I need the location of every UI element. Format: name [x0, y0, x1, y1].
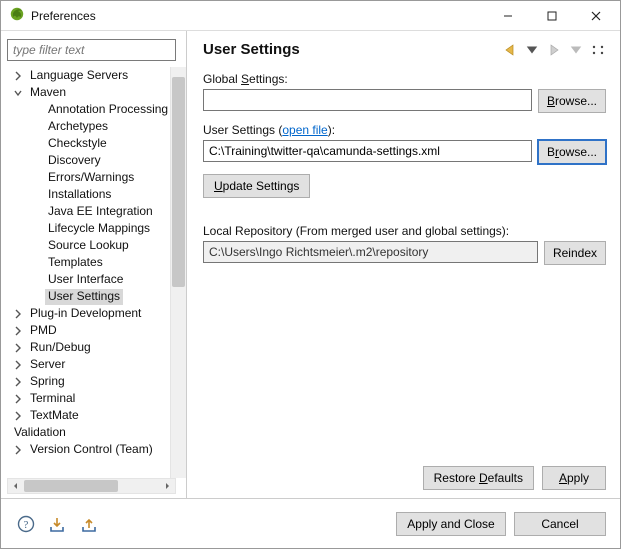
local-repo-input: [203, 241, 538, 263]
scroll-left-button[interactable]: [8, 479, 24, 493]
tree-item[interactable]: Source Lookup: [7, 237, 170, 254]
app-logo-icon: [9, 6, 25, 25]
tree-item[interactable]: Spring: [7, 373, 170, 390]
settings-pane: User Settings G: [187, 31, 620, 498]
apply-and-close-button[interactable]: Apply and Close: [396, 512, 506, 536]
close-button[interactable]: [574, 2, 618, 30]
tree-item[interactable]: Terminal: [7, 390, 170, 407]
tree-item[interactable]: TextMate: [7, 407, 170, 424]
tree-item[interactable]: Version Control (Team): [7, 441, 170, 458]
tree-item-label: Plug-in Development: [27, 306, 144, 322]
scroll-right-button[interactable]: [159, 479, 175, 493]
update-settings-button[interactable]: Update Settings: [203, 174, 310, 198]
tree-item-label: Run/Debug: [27, 340, 94, 356]
tree-item[interactable]: Discovery: [7, 152, 170, 169]
tree-item[interactable]: Errors/Warnings: [7, 169, 170, 186]
export-preferences-icon[interactable]: [79, 513, 101, 535]
tree-item-label: Maven: [27, 85, 69, 101]
scrollbar-thumb[interactable]: [24, 480, 118, 492]
maximize-button[interactable]: [530, 2, 574, 30]
tree-item-label: PMD: [27, 323, 60, 339]
apply-button[interactable]: Apply: [542, 466, 606, 490]
tree-item[interactable]: Templates: [7, 254, 170, 271]
global-browse-button[interactable]: Browse...: [538, 89, 606, 113]
user-settings-input[interactable]: [203, 140, 532, 162]
tree-item-label: Validation: [11, 425, 69, 441]
user-settings-label: User Settings (open file):: [203, 123, 606, 137]
tree-item-label: Lifecycle Mappings: [45, 221, 153, 237]
tree-item[interactable]: Validation: [7, 424, 170, 441]
expand-chevron-icon[interactable]: [11, 69, 25, 83]
tree-item-label: Discovery: [45, 153, 104, 169]
user-browse-button[interactable]: Browse...: [538, 140, 606, 164]
filter-input[interactable]: [7, 39, 176, 61]
forward-icon[interactable]: [546, 42, 562, 58]
expand-chevron-icon[interactable]: [11, 324, 25, 338]
local-repo-label: Local Repository (From merged user and g…: [203, 224, 606, 238]
page-title: User Settings: [203, 41, 502, 58]
tree-item-label: Installations: [45, 187, 114, 203]
open-file-link[interactable]: open file: [282, 123, 327, 137]
tree-item[interactable]: Annotation Processing: [7, 101, 170, 118]
expand-chevron-icon[interactable]: [11, 443, 25, 457]
cancel-button[interactable]: Cancel: [514, 512, 606, 536]
preferences-sidebar: Language ServersMavenAnnotation Processi…: [1, 31, 187, 498]
tree-item-label: User Interface: [45, 272, 126, 288]
tree-item-label: Errors/Warnings: [45, 170, 137, 186]
tree-item[interactable]: Checkstyle: [7, 135, 170, 152]
help-icon[interactable]: ?: [15, 513, 37, 535]
import-preferences-icon[interactable]: [47, 513, 69, 535]
tree-item-label: Version Control (Team): [27, 442, 156, 458]
tree-horizontal-scrollbar[interactable]: [7, 478, 176, 494]
tree-item-label: Templates: [45, 255, 106, 271]
tree-item[interactable]: Language Servers: [7, 67, 170, 84]
tree-item-label: Server: [27, 357, 68, 373]
reindex-button[interactable]: Reindex: [544, 241, 606, 265]
back-menu-chevron-icon[interactable]: [524, 42, 540, 58]
svg-text:?: ?: [24, 519, 29, 531]
expand-chevron-icon[interactable]: [11, 307, 25, 321]
expand-chevron-icon[interactable]: [11, 341, 25, 355]
back-icon[interactable]: [502, 42, 518, 58]
tree-item[interactable]: Maven: [7, 84, 170, 101]
title-bar: Preferences: [1, 1, 620, 31]
tree-item-label: Source Lookup: [45, 238, 132, 254]
view-menu-icon[interactable]: [590, 42, 606, 58]
tree-item-label: Language Servers: [27, 68, 131, 84]
forward-menu-chevron-icon[interactable]: [568, 42, 584, 58]
tree-item[interactable]: Archetypes: [7, 118, 170, 135]
tree-item[interactable]: Java EE Integration: [7, 203, 170, 220]
dialog-button-bar: ? Apply and Close Cancel: [1, 498, 620, 548]
tree-item-label: Terminal: [27, 391, 78, 407]
tree-item[interactable]: Plug-in Development: [7, 305, 170, 322]
expand-chevron-icon[interactable]: [11, 375, 25, 389]
tree-item-label: User Settings: [45, 289, 123, 305]
minimize-button[interactable]: [486, 2, 530, 30]
tree-item[interactable]: Installations: [7, 186, 170, 203]
preferences-tree[interactable]: Language ServersMavenAnnotation Processi…: [7, 67, 170, 478]
tree-item[interactable]: User Settings: [7, 288, 170, 305]
tree-item-label: Spring: [27, 374, 68, 390]
tree-item[interactable]: Lifecycle Mappings: [7, 220, 170, 237]
tree-item-label: Archetypes: [45, 119, 111, 135]
expand-chevron-icon[interactable]: [11, 358, 25, 372]
expand-chevron-icon[interactable]: [11, 392, 25, 406]
expand-chevron-icon[interactable]: [11, 409, 25, 423]
global-settings-label: Global Settings:: [203, 72, 606, 86]
tree-item-label: Checkstyle: [45, 136, 110, 152]
collapse-chevron-icon[interactable]: [11, 86, 25, 100]
tree-item-label: Annotation Processing: [45, 102, 170, 118]
restore-defaults-button[interactable]: Restore Defaults: [423, 466, 534, 490]
scrollbar-thumb[interactable]: [172, 77, 185, 287]
window-title: Preferences: [31, 9, 96, 23]
tree-item-label: Java EE Integration: [45, 204, 156, 220]
global-settings-input[interactable]: [203, 89, 532, 111]
tree-vertical-scrollbar[interactable]: [170, 67, 186, 478]
tree-item-label: TextMate: [27, 408, 82, 424]
tree-item[interactable]: PMD: [7, 322, 170, 339]
tree-item[interactable]: Server: [7, 356, 170, 373]
tree-item[interactable]: Run/Debug: [7, 339, 170, 356]
tree-item[interactable]: User Interface: [7, 271, 170, 288]
